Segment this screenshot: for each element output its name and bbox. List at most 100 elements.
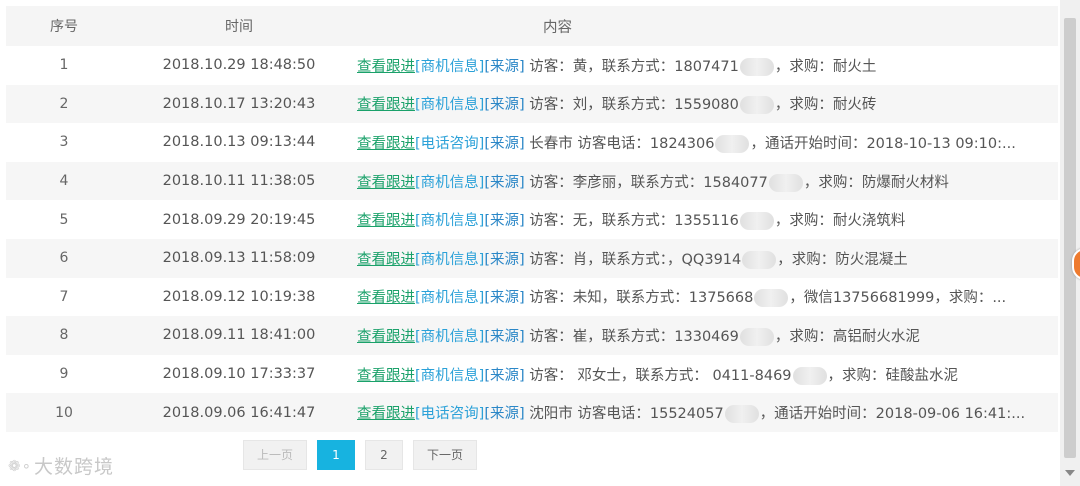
redacted-mask bbox=[715, 134, 750, 153]
visitor-info-rest: ，通话开始时间：2018-09-06 16:41:... bbox=[759, 406, 1026, 423]
view-follow-up-link[interactable]: 查看跟进 bbox=[357, 252, 415, 268]
row-index: 6 bbox=[59, 250, 69, 267]
visitor-info-rest: ，微信13756681999，求购：... bbox=[789, 290, 1007, 307]
pagination: 上一页 1 2 下一页 bbox=[243, 440, 477, 470]
category-tag-link[interactable]: [商机信息] bbox=[415, 97, 484, 113]
source-link[interactable]: [来源] bbox=[484, 368, 524, 384]
row-index: 9 bbox=[59, 366, 69, 383]
row-content: 查看跟进[商机信息][来源] 访客：李彦丽，联系方式：1584077 ，求购：防爆… bbox=[356, 171, 1058, 192]
visitor-info-rest: ，求购：耐火砖 bbox=[774, 97, 877, 114]
row-content: 查看跟进[商机信息][来源] 访客：黄，联系方式：1807471 ，求购：耐火土 bbox=[356, 55, 1058, 76]
redacted-mask bbox=[739, 327, 774, 346]
row-index: 7 bbox=[59, 288, 69, 305]
visitor-info: 访客：肖，联系方式：，QQ3914 bbox=[524, 251, 742, 268]
table-row: 2 2018.10.17 13:20:43 查看跟进[商机信息][来源] 访客：刘，… bbox=[6, 84, 1058, 124]
row-content: 查看跟进[商机信息][来源] 访客：肖，联系方式：，QQ3914 ，求购：防火混凝… bbox=[356, 248, 1058, 269]
row-index: 2 bbox=[59, 95, 69, 112]
row-time: 2018.09.29 20:19:45 bbox=[162, 211, 316, 228]
next-page-button[interactable]: 下一页 bbox=[413, 440, 477, 470]
row-index: 3 bbox=[59, 134, 69, 151]
view-follow-up-link[interactable]: 查看跟进 bbox=[357, 290, 415, 306]
table-row: 6 2018.09.13 11:58:09 查看跟进[商机信息][来源] 访客：肖，… bbox=[6, 238, 1058, 278]
visitor-info: 访客：未知，联系方式：1375668 bbox=[524, 290, 754, 307]
records-table: 序号 时间 内容 1 2018.10.29 18:48:50 查看跟进[商机信息][… bbox=[6, 6, 1058, 432]
visitor-info: 访客：刘，联系方式：1559080 bbox=[524, 97, 739, 114]
scroll-down-arrow-icon[interactable] bbox=[1065, 470, 1075, 476]
view-follow-up-link[interactable]: 查看跟进 bbox=[357, 175, 415, 191]
category-tag-link[interactable]: [电话咨询] bbox=[415, 136, 484, 152]
watermark-text: 大数跨境 bbox=[33, 456, 114, 478]
row-content: 查看跟进[商机信息][来源] 访客：无，联系方式：1355116 ，求购：耐火浇筑… bbox=[356, 209, 1058, 231]
table-row: 3 2018.10.13 09:13:44 查看跟进[电话咨询][来源] 长春市 访… bbox=[6, 123, 1058, 162]
source-link[interactable]: [来源] bbox=[484, 97, 524, 113]
category-tag-link[interactable]: [商机信息] bbox=[415, 252, 484, 268]
visitor-info: 访客： 邓女士，联系方式： 0411-8469 bbox=[524, 367, 792, 384]
category-tag-link[interactable]: [商机信息] bbox=[415, 213, 484, 229]
table-row: 8 2018.09.11 18:41:00 查看跟进[商机信息][来源] 访客：崔，… bbox=[6, 316, 1058, 355]
visitor-info: 长春市 访客电话：1824306 bbox=[524, 135, 715, 152]
vertical-scrollbar[interactable] bbox=[1060, 0, 1080, 486]
redacted-mask bbox=[768, 173, 803, 192]
row-time: 2018.09.06 16:41:47 bbox=[162, 404, 316, 421]
row-index: 5 bbox=[59, 211, 69, 228]
row-time: 2018.10.29 18:48:50 bbox=[162, 57, 316, 74]
source-link[interactable]: [来源] bbox=[484, 213, 524, 229]
category-tag-link[interactable]: [商机信息] bbox=[415, 329, 484, 345]
visitor-info-rest: ，求购：高铝耐火水泥 bbox=[774, 328, 920, 345]
view-follow-up-link[interactable]: 查看跟进 bbox=[357, 136, 415, 152]
redacted-mask bbox=[739, 96, 774, 115]
category-tag-link[interactable]: [商机信息] bbox=[415, 368, 484, 384]
source-link[interactable]: [来源] bbox=[484, 406, 524, 422]
row-content: 查看跟进[商机信息][来源] 访客：崔，联系方式：1330469 ，求购：高铝耐火… bbox=[356, 325, 1058, 346]
table-row: 7 2018.09.12 10:19:38 查看跟进[商机信息][来源] 访客：未知… bbox=[6, 277, 1058, 317]
row-content: 查看跟进[商机信息][来源] 访客：刘，联系方式：1559080 ，求购：耐火砖 bbox=[356, 93, 1058, 115]
prev-page-button[interactable]: 上一页 bbox=[243, 440, 307, 470]
row-content: 查看跟进[电话咨询][来源] 长春市 访客电话：1824306 ，通话开始时间：2… bbox=[356, 132, 1058, 153]
category-tag-link[interactable]: [商机信息] bbox=[415, 59, 484, 75]
visitor-info-rest: ，求购：耐火土 bbox=[774, 58, 877, 75]
visitor-info-rest: ，求购：防爆耐火材料 bbox=[803, 174, 949, 191]
table-row: 10 2018.09.06 16:41:47 查看跟进[电话咨询][来源] 沈阳市 … bbox=[6, 393, 1058, 432]
view-follow-up-link[interactable]: 查看跟进 bbox=[357, 368, 415, 384]
redacted-mask bbox=[739, 57, 774, 76]
view-follow-up-link[interactable]: 查看跟进 bbox=[357, 406, 415, 422]
category-tag-link[interactable]: [商机信息] bbox=[415, 290, 484, 306]
row-index: 4 bbox=[59, 173, 69, 190]
view-follow-up-link[interactable]: 查看跟进 bbox=[357, 97, 415, 113]
page-2-button[interactable]: 2 bbox=[365, 440, 403, 470]
row-time: 2018.09.12 10:19:38 bbox=[162, 288, 316, 305]
page-1-button[interactable]: 1 bbox=[317, 440, 355, 470]
row-time: 2018.09.10 17:33:37 bbox=[162, 366, 316, 383]
watermark-logo-icon: ❁∘ bbox=[8, 456, 32, 475]
source-link[interactable]: [来源] bbox=[484, 252, 524, 268]
records-panel: 序号 时间 内容 1 2018.10.29 18:48:50 查看跟进[商机信息][… bbox=[6, 0, 1058, 486]
source-link[interactable]: [来源] bbox=[484, 175, 524, 191]
row-content: 查看跟进[电话咨询][来源] 沈阳市 访客电话：15524057 ，通话开始时间：… bbox=[356, 402, 1058, 424]
source-link[interactable]: [来源] bbox=[484, 136, 524, 152]
view-follow-up-link[interactable]: 查看跟进 bbox=[357, 213, 415, 229]
view-follow-up-link[interactable]: 查看跟进 bbox=[357, 59, 415, 75]
watermark: ❁∘ 大数跨境 bbox=[8, 452, 114, 479]
source-link[interactable]: [来源] bbox=[484, 290, 524, 306]
row-time: 2018.10.11 11:38:05 bbox=[162, 173, 316, 190]
source-link[interactable]: [来源] bbox=[484, 59, 524, 75]
row-content: 查看跟进[商机信息][来源] 访客：未知，联系方式：1375668 ，微信1375… bbox=[356, 286, 1058, 308]
row-content: 查看跟进[商机信息][来源] 访客： 邓女士，联系方式： 0411-8469 ，求… bbox=[356, 364, 1058, 385]
view-follow-up-link[interactable]: 查看跟进 bbox=[357, 329, 415, 345]
visitor-info: 访客：黄，联系方式：1807471 bbox=[524, 58, 739, 75]
row-index: 10 bbox=[55, 404, 73, 421]
visitor-info-rest: ，求购：耐火浇筑料 bbox=[774, 213, 906, 230]
category-tag-link[interactable]: [商机信息] bbox=[415, 175, 484, 191]
redacted-mask bbox=[754, 289, 789, 308]
visitor-info: 访客：崔，联系方式：1330469 bbox=[524, 328, 739, 345]
redacted-mask bbox=[724, 405, 759, 424]
header-content: 内容 bbox=[543, 19, 572, 36]
table-row: 9 2018.09.10 17:33:37 查看跟进[商机信息][来源] 访客： 邓… bbox=[6, 354, 1058, 394]
visitor-info: 访客：无，联系方式：1355116 bbox=[524, 213, 739, 230]
table-header: 序号 时间 内容 bbox=[6, 6, 1058, 46]
category-tag-link[interactable]: [电话咨询] bbox=[415, 406, 484, 422]
visitor-info-rest: ，求购：硅酸盐水泥 bbox=[827, 367, 959, 384]
source-link[interactable]: [来源] bbox=[484, 329, 524, 345]
scrollbar-thumb[interactable] bbox=[1064, 18, 1076, 458]
header-time: 时间 bbox=[225, 19, 253, 35]
